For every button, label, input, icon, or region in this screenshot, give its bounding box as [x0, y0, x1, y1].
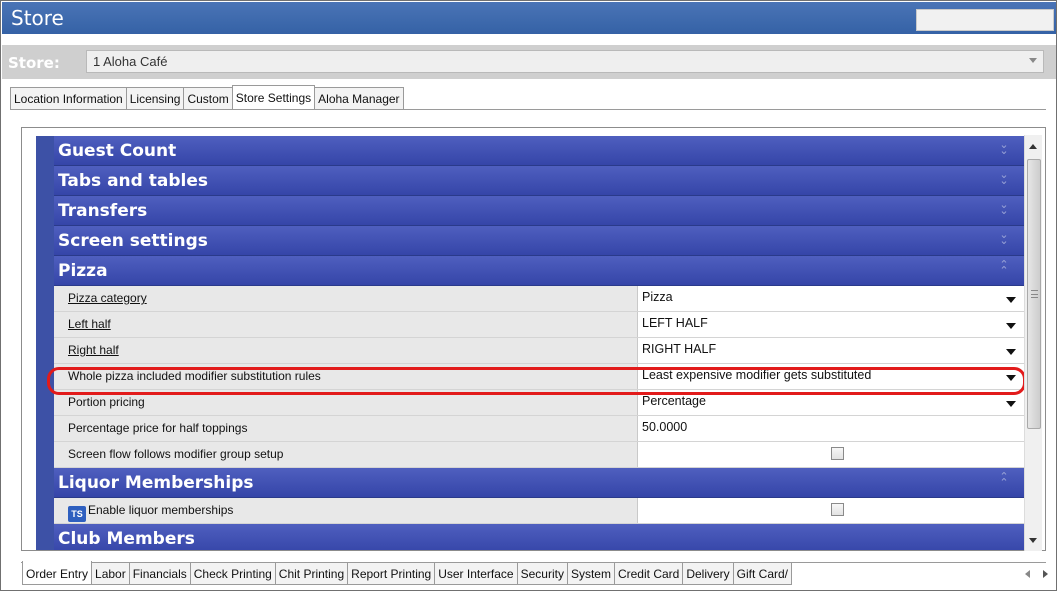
store-label: Store: — [8, 54, 60, 72]
section-title: Club Members — [58, 529, 195, 549]
property-name: Screen flow follows modifier group setup — [54, 442, 638, 467]
tab-scroll-right-icon[interactable] — [1043, 570, 1048, 578]
section-transfers[interactable]: Transfers ⌄ ⌄ — [54, 196, 1024, 226]
scroll-down-arrow-icon[interactable] — [1029, 538, 1037, 543]
property-dropdown[interactable]: RIGHT HALF — [639, 338, 1024, 363]
tab-security[interactable]: Security — [516, 563, 568, 585]
chevron-down-icon[interactable] — [1006, 349, 1016, 355]
chevron-down-icon[interactable] — [1006, 401, 1016, 407]
tab-system[interactable]: System — [566, 563, 615, 585]
category-strip — [36, 136, 54, 550]
title-bar-field — [916, 9, 1054, 31]
bottom-tab-strip: Order Entry Labor Financials Check Print… — [22, 561, 793, 585]
window-title: Store — [11, 6, 64, 30]
section-title: Guest Count — [58, 141, 177, 161]
section-club-members[interactable]: Club Members — [54, 524, 1024, 550]
property-name: Right half — [54, 338, 638, 363]
section-title: Liquor Memberships — [58, 473, 254, 493]
property-name: Left half — [54, 312, 638, 337]
tab-gift-card[interactable]: Gift Card/ — [732, 563, 793, 585]
tab-user-interface[interactable]: User Interface — [434, 563, 518, 585]
property-row-half-topping-price: Percentage price for half toppings 50.00… — [54, 416, 1024, 442]
store-selector-bar: Store: 1 Aloha Café — [2, 45, 1056, 79]
property-value: RIGHT HALF — [642, 342, 717, 356]
property-row-portion-pricing: Portion pricing Percentage — [54, 390, 1024, 416]
tab-scroll-left-icon[interactable] — [1025, 570, 1030, 578]
expand-chevron-icon[interactable]: ⌄ ⌄ — [998, 230, 1010, 248]
property-dropdown[interactable]: Percentage — [639, 390, 1024, 415]
chevron-down-icon[interactable] — [1006, 375, 1016, 381]
property-value: LEFT HALF — [642, 316, 708, 330]
property-dropdown[interactable]: Pizza — [639, 286, 1024, 311]
collapse-chevron-icon[interactable]: ⌃ ⌃ — [998, 472, 1010, 490]
property-row-substitution-rules: Whole pizza included modifier substituti… — [54, 364, 1024, 390]
top-tab-strip: Location Information Licensing Custom St… — [10, 85, 404, 109]
tab-report-printing[interactable]: Report Printing — [347, 563, 436, 585]
tab-divider — [10, 109, 1046, 110]
property-row-left-half: Left half LEFT HALF — [54, 312, 1024, 338]
property-row-pizza-category: Pizza category Pizza — [54, 286, 1024, 312]
property-name-text: Enable liquor memberships — [88, 503, 234, 517]
store-dropdown-value: 1 Aloha Café — [93, 54, 168, 69]
tab-custom[interactable]: Custom — [183, 87, 233, 109]
expand-chevron-icon[interactable]: ⌄ ⌄ — [998, 170, 1010, 188]
section-title: Pizza — [58, 261, 108, 281]
section-guest-count[interactable]: Guest Count ⌄ ⌄ — [54, 136, 1024, 166]
property-row-right-half: Right half RIGHT HALF — [54, 338, 1024, 364]
screen-flow-checkbox[interactable] — [831, 447, 844, 460]
property-value: Percentage — [642, 394, 706, 408]
tab-labor[interactable]: Labor — [91, 563, 130, 585]
expand-chevron-icon[interactable]: ⌄ ⌄ — [998, 140, 1010, 158]
property-row-screen-flow: Screen flow follows modifier group setup — [54, 442, 1024, 468]
property-value-cell — [639, 442, 1024, 467]
property-name: Portion pricing — [54, 390, 638, 415]
tab-order-entry[interactable]: Order Entry — [22, 561, 93, 585]
property-value: Least expensive modifier gets substitute… — [642, 368, 872, 382]
property-dropdown[interactable]: LEFT HALF — [639, 312, 1024, 337]
tab-store-settings[interactable]: Store Settings — [231, 85, 316, 109]
section-liquor-memberships[interactable]: Liquor Memberships ⌃ ⌃ — [54, 468, 1024, 498]
property-grid: Guest Count ⌄ ⌄ Tabs and tables ⌄ ⌄ Transf… — [54, 136, 1024, 550]
section-title: Tabs and tables — [58, 171, 208, 191]
chevron-down-icon — [1029, 58, 1037, 63]
settings-panel: Guest Count ⌄ ⌄ Tabs and tables ⌄ ⌄ Transf… — [21, 127, 1046, 551]
section-title: Screen settings — [58, 231, 208, 251]
vertical-scrollbar[interactable] — [1024, 135, 1042, 551]
tab-location-information[interactable]: Location Information — [10, 87, 127, 109]
property-value: Pizza — [642, 290, 673, 304]
tab-licensing[interactable]: Licensing — [125, 87, 185, 109]
expand-chevron-icon[interactable]: ⌄ ⌄ — [998, 200, 1010, 218]
property-row-enable-liquor: TS Enable liquor memberships — [54, 498, 1024, 524]
chevron-down-icon[interactable] — [1006, 297, 1016, 303]
tab-aloha-manager[interactable]: Aloha Manager — [314, 87, 404, 109]
chevron-down-icon[interactable] — [1006, 323, 1016, 329]
property-dropdown[interactable]: Least expensive modifier gets substitute… — [639, 364, 1024, 389]
section-tabs-and-tables[interactable]: Tabs and tables ⌄ ⌄ — [54, 166, 1024, 196]
property-value-cell — [639, 498, 1024, 523]
section-screen-settings[interactable]: Screen settings ⌄ ⌄ — [54, 226, 1024, 256]
tab-chit-printing[interactable]: Chit Printing — [274, 563, 349, 585]
store-window: Store Store: 1 Aloha Café Location Infor… — [0, 0, 1057, 591]
tab-check-printing[interactable]: Check Printing — [189, 563, 276, 585]
property-text-field[interactable]: 50.0000 — [639, 416, 1024, 441]
collapse-chevron-icon[interactable]: ⌃ ⌃ — [998, 260, 1010, 278]
scroll-thumb[interactable] — [1027, 159, 1041, 429]
property-name: TS Enable liquor memberships — [54, 498, 638, 523]
property-name: Pizza category — [54, 286, 638, 311]
tab-credit-card[interactable]: Credit Card — [613, 563, 684, 585]
property-name: Whole pizza included modifier substituti… — [54, 364, 638, 389]
tab-delivery[interactable]: Delivery — [682, 563, 734, 585]
property-name: Percentage price for half toppings — [54, 416, 638, 441]
section-title: Transfers — [58, 201, 148, 221]
grip-icon — [1031, 290, 1038, 298]
tab-financials[interactable]: Financials — [128, 563, 191, 585]
ts-icon: TS — [68, 506, 86, 522]
store-dropdown[interactable]: 1 Aloha Café — [86, 50, 1044, 73]
enable-liquor-checkbox[interactable] — [831, 503, 844, 516]
title-bar: Store — [2, 2, 1056, 34]
section-pizza[interactable]: Pizza ⌃ ⌃ — [54, 256, 1024, 286]
scroll-up-arrow-icon[interactable] — [1029, 144, 1037, 149]
